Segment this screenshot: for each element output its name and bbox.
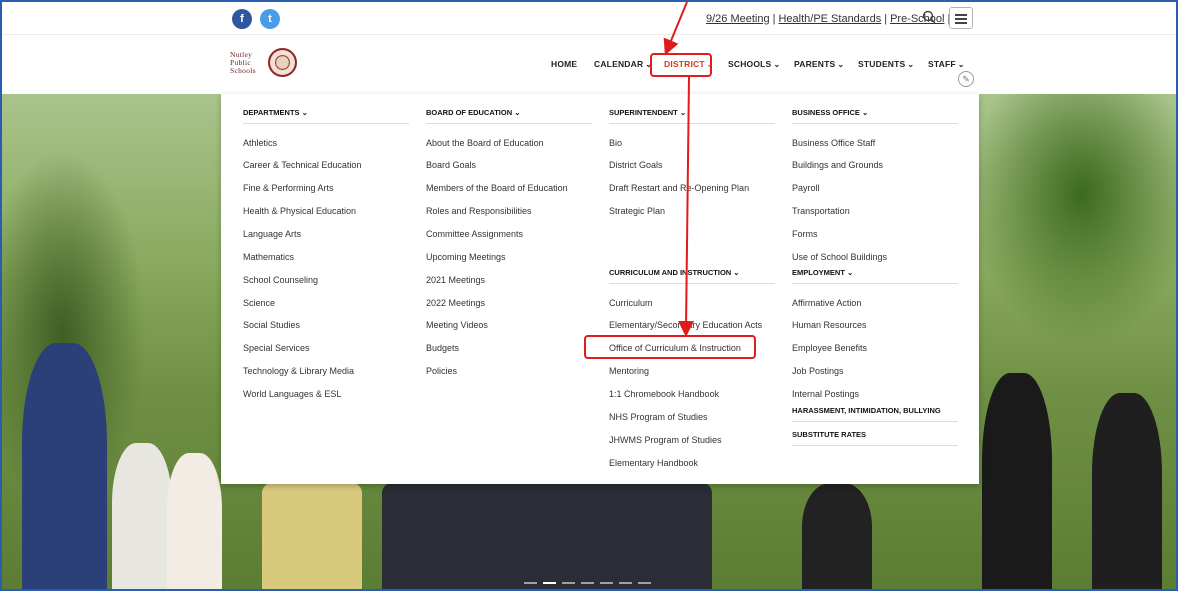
annotation-arrows: [663, 2, 695, 337]
arrow-to-district: [663, 2, 688, 56]
browser-frame: f t 9/26 Meeting | Health/PE Standards | Pre…: [0, 0, 1178, 591]
arrow-to-office-curriculum: [678, 76, 695, 337]
